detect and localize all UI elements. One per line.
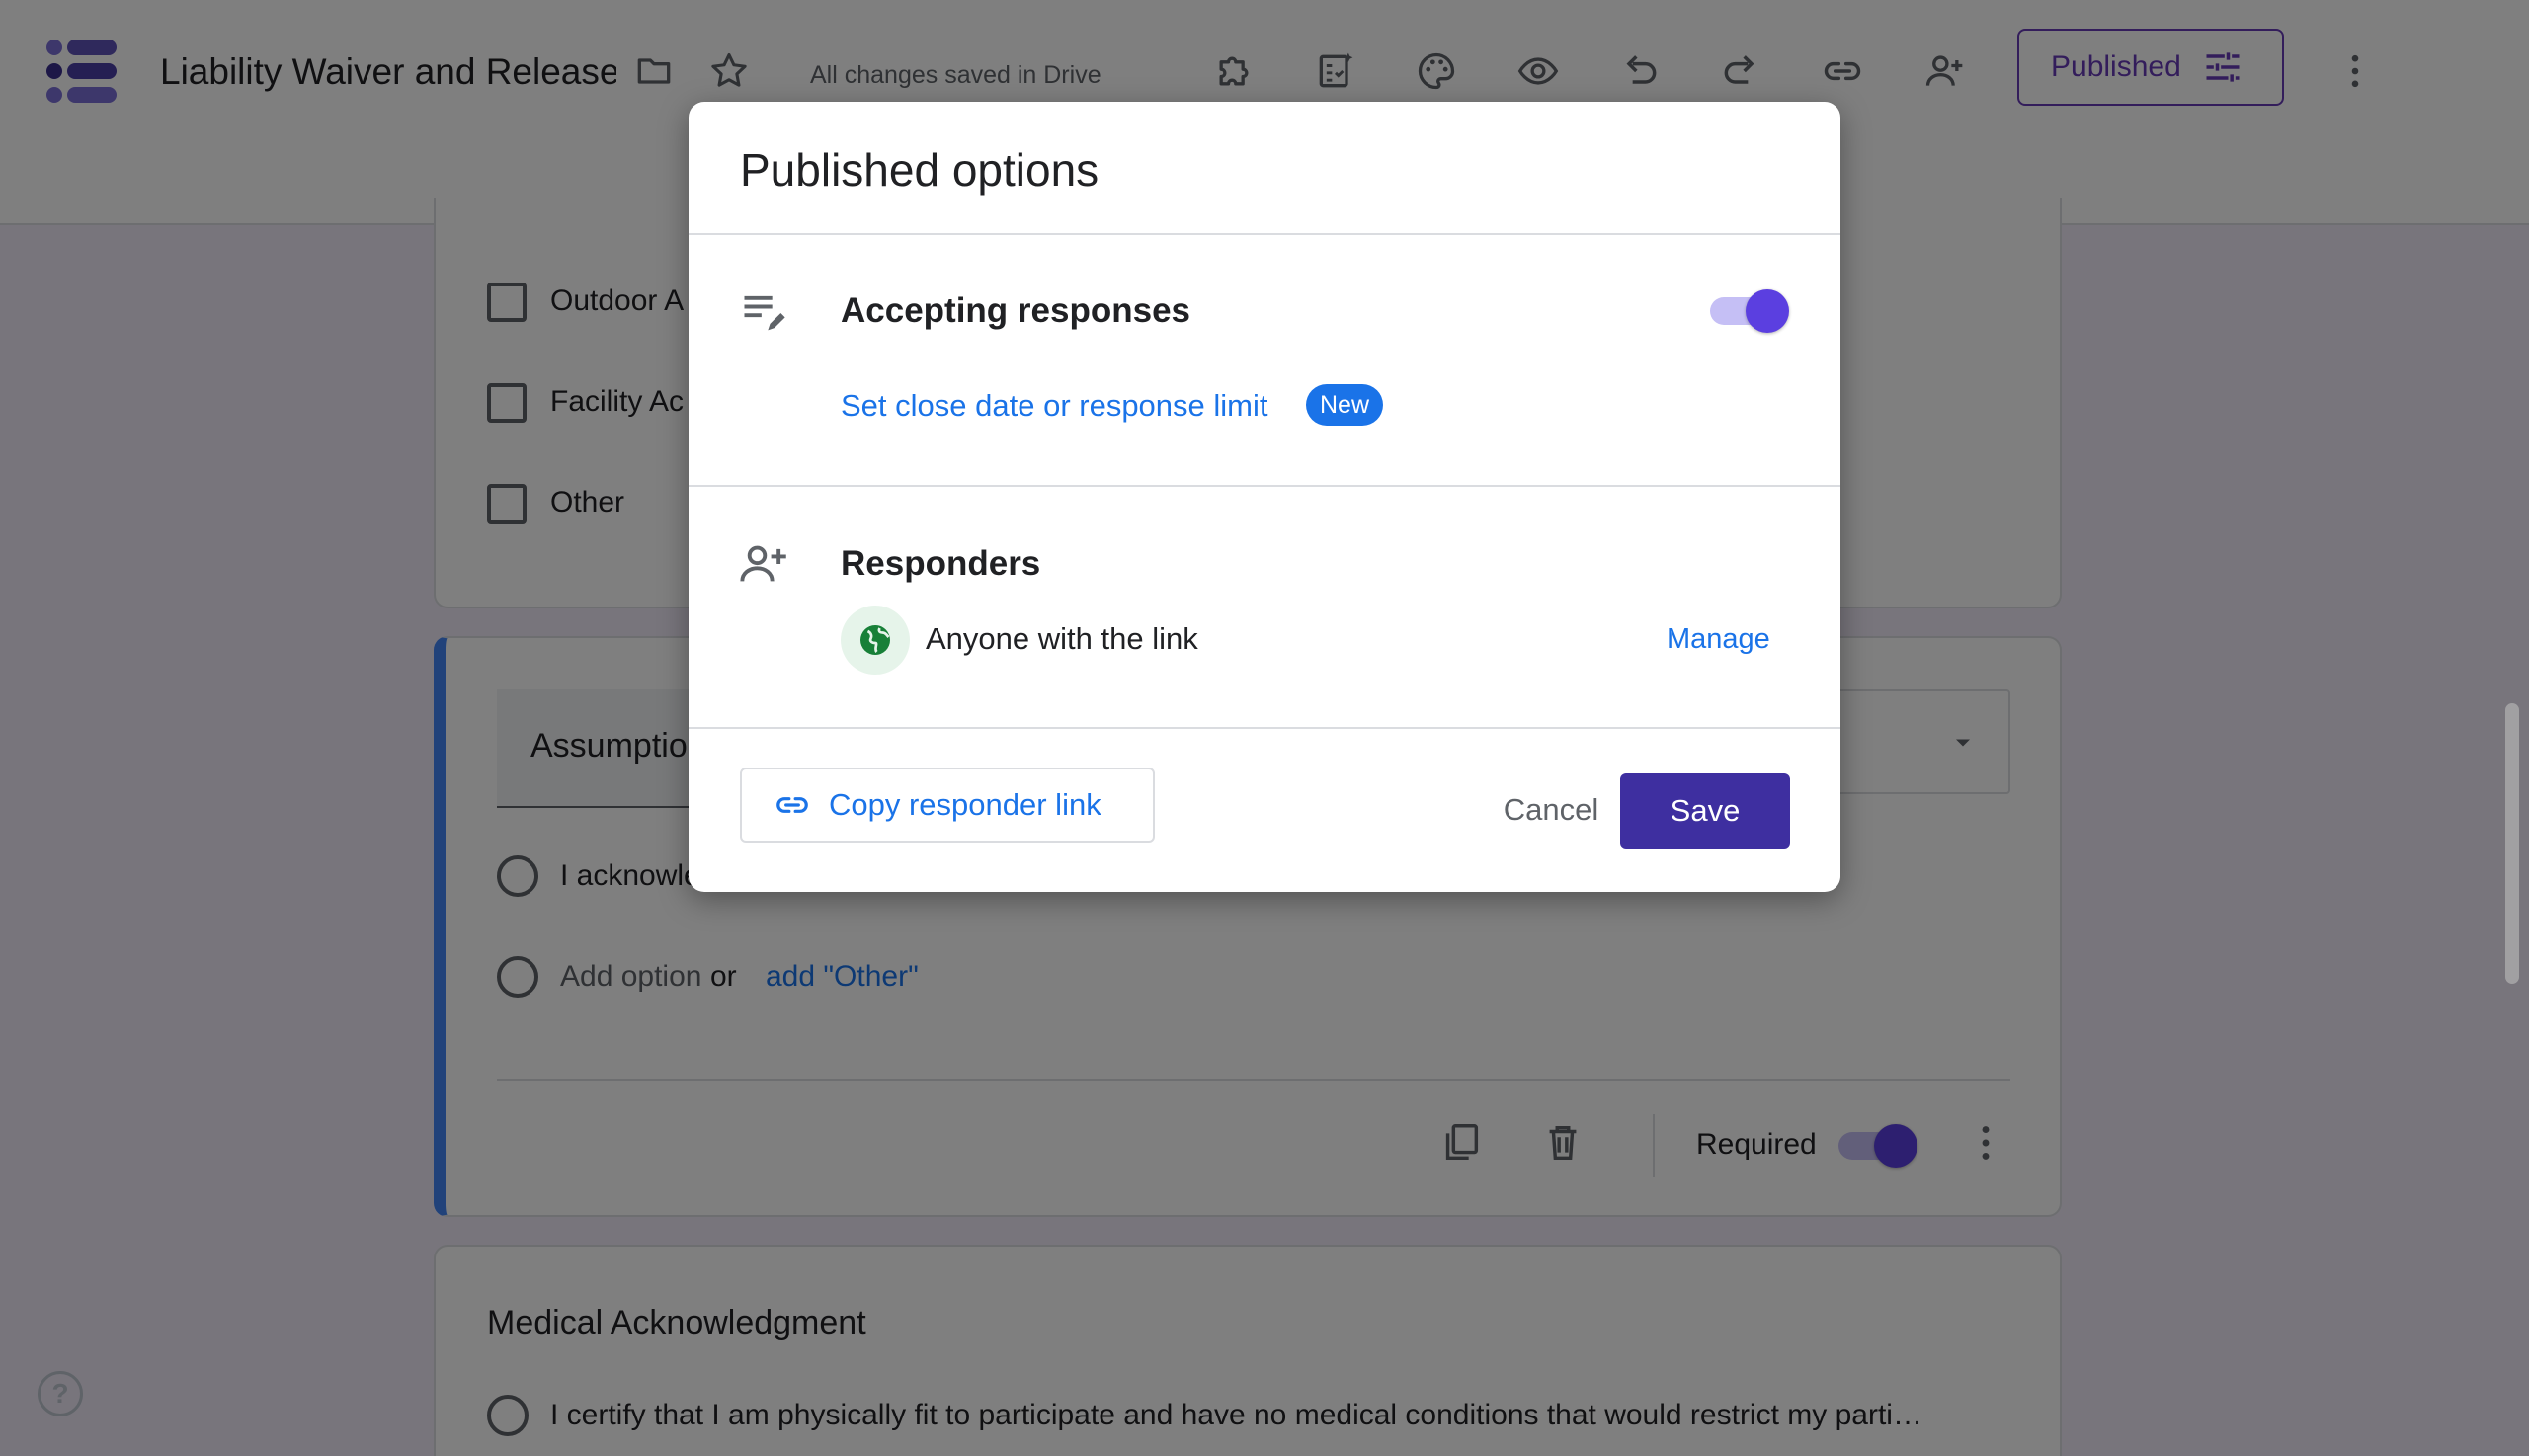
dialog-title: Published options: [740, 144, 1100, 196]
manage-link[interactable]: Manage: [1667, 623, 1770, 656]
responders-label: Responders: [841, 544, 1041, 583]
set-close-date-link[interactable]: Set close date or response limit: [841, 388, 1268, 424]
published-options-dialog: Published options Accepting responses Se…: [689, 102, 1840, 892]
globe-icon: [841, 606, 910, 675]
edit-responses-icon: [744, 295, 785, 331]
link-icon: [776, 797, 808, 813]
copy-responder-link-button[interactable]: Copy responder link: [740, 768, 1155, 843]
dialog-divider: [689, 727, 1840, 729]
save-button[interactable]: Save: [1620, 773, 1790, 849]
cancel-button[interactable]: Cancel: [1463, 773, 1639, 847]
accepting-responses-label: Accepting responses: [841, 291, 1190, 330]
scrollbar-thumb[interactable]: [2505, 703, 2519, 984]
dialog-divider: [689, 485, 1840, 487]
responder-access-value: Anyone with the link: [926, 621, 1198, 656]
copy-responder-link-label: Copy responder link: [829, 787, 1101, 822]
accepting-responses-toggle[interactable]: [1710, 285, 1791, 337]
new-badge: New: [1306, 384, 1384, 426]
responders-icon: [740, 545, 786, 582]
help-icon[interactable]: ?: [38, 1371, 83, 1416]
dialog-divider: [689, 233, 1840, 235]
